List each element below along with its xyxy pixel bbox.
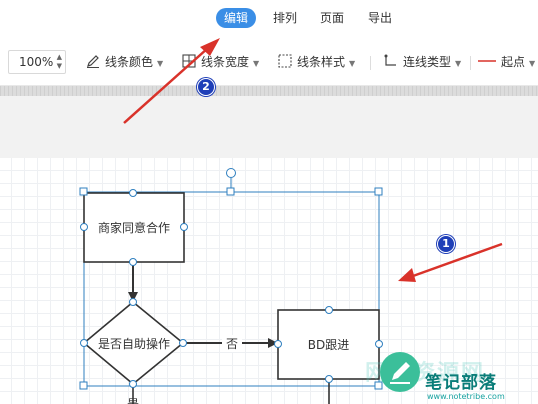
node-agree-label: 商家同意合作 bbox=[97, 221, 170, 235]
edge-no-label: 否 bbox=[222, 335, 242, 352]
edge-yes-label: 是 bbox=[126, 397, 139, 404]
annotation-badge-2: 2 bbox=[197, 78, 215, 96]
anchor-point bbox=[325, 306, 333, 314]
node-decision-label: 是否自助操作 bbox=[97, 337, 170, 351]
annotation-badge-1: 1 bbox=[437, 235, 455, 253]
anchor-point bbox=[129, 258, 137, 266]
watermark-title: 笔记部落 bbox=[425, 373, 497, 393]
resize-handle bbox=[79, 187, 88, 196]
resize-handle bbox=[79, 381, 88, 390]
anchor-point bbox=[325, 375, 333, 383]
anchor-point bbox=[129, 189, 137, 197]
watermark-url: www.notetribe.com bbox=[427, 392, 505, 401]
anchor-point bbox=[129, 298, 137, 306]
resize-handle bbox=[374, 187, 383, 196]
flowchart-layer bbox=[79, 38, 503, 404]
rotation-handle bbox=[226, 168, 236, 178]
annotation-arrow-1 bbox=[412, 242, 503, 278]
annotation-arrow-2 bbox=[123, 47, 209, 124]
annotation-arrowhead-1 bbox=[398, 268, 416, 282]
resize-handle bbox=[226, 187, 235, 196]
anchor-point bbox=[129, 380, 137, 388]
node-bd-label: BD跟进 bbox=[307, 338, 350, 352]
watermark-logo-icon bbox=[380, 352, 420, 392]
